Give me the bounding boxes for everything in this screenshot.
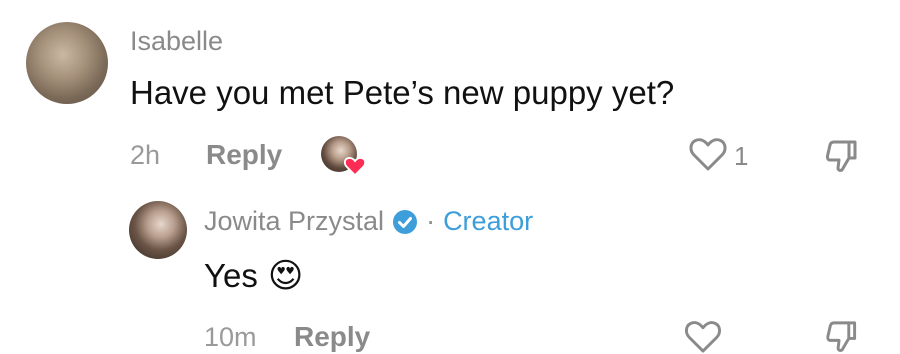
like-heart-icon[interactable] — [688, 136, 728, 172]
reply-author-row: Jowita Przystal · Creator — [204, 206, 533, 237]
reply-text: Yes — [204, 257, 258, 294]
reply-text-row: Yes 😍 — [204, 256, 303, 296]
comment-timestamp: 2h — [130, 140, 161, 170]
avatar-isabelle[interactable] — [26, 22, 108, 104]
reply-timestamp: 10m — [204, 322, 257, 352]
reply-username[interactable]: Jowita Przystal — [204, 206, 384, 237]
reply-button[interactable]: Reply — [206, 139, 282, 171]
heart-badge-icon — [344, 156, 366, 176]
comment-text: Have you met Pete’s new puppy yet? — [130, 74, 675, 111]
verified-badge-icon — [392, 209, 418, 235]
comment-username[interactable]: Isabelle — [130, 26, 223, 57]
like-count: 1 — [734, 141, 749, 171]
heart-eyes-emoji-icon: 😍 — [267, 257, 304, 295]
separator-dot: · — [426, 206, 436, 236]
reply-button-2[interactable]: Reply — [294, 321, 370, 353]
dislike-icon[interactable] — [823, 138, 859, 174]
avatar-jowita[interactable] — [129, 201, 187, 259]
dislike-icon-2[interactable] — [823, 319, 859, 354]
like-heart-icon-2[interactable] — [683, 319, 723, 354]
creator-label: Creator — [443, 206, 534, 236]
